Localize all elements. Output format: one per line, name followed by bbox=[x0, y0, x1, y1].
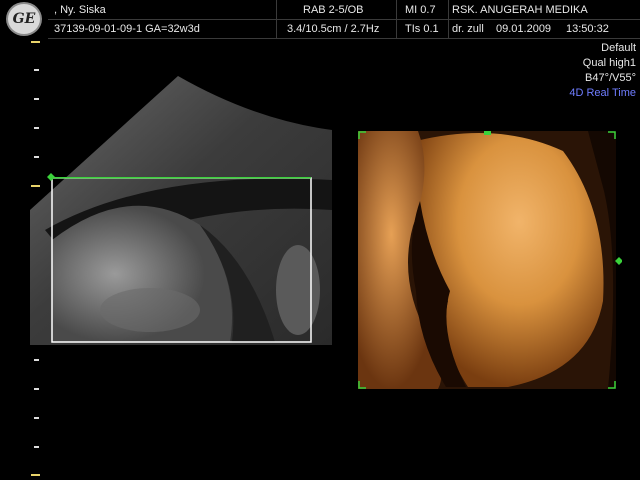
4d-render-view[interactable] bbox=[358, 128, 623, 394]
thermal-index: TIs 0.1 bbox=[405, 23, 439, 35]
render-side-handle-icon[interactable] bbox=[615, 257, 623, 265]
quality-label: Qual high1 bbox=[582, 57, 636, 69]
header-sep-1 bbox=[276, 0, 277, 38]
roi-handle-icon[interactable] bbox=[47, 173, 55, 181]
ruler-major-tick bbox=[31, 41, 40, 43]
exam-time: 13:50:32 bbox=[566, 23, 609, 35]
bmode-scan-view[interactable] bbox=[0, 60, 340, 365]
header-sep-2 bbox=[396, 0, 397, 38]
header-bottom-line bbox=[48, 38, 640, 39]
header-divider bbox=[48, 19, 640, 20]
angle-label: B47°/V55° bbox=[585, 72, 636, 84]
hospital-name: RSK. ANUGERAH MEDIKA bbox=[452, 4, 588, 16]
exam-id-ga: 37139-09-01-09-1 GA=32w3d bbox=[54, 23, 200, 35]
mechanical-index: MI 0.7 bbox=[405, 4, 436, 16]
preset-label: Default bbox=[601, 42, 636, 54]
header-sep-3 bbox=[448, 0, 449, 38]
ge-logo-icon: GE bbox=[6, 2, 42, 36]
bmode-image bbox=[30, 76, 332, 345]
roi-top-line bbox=[52, 177, 311, 179]
exam-date: 09.01.2009 bbox=[496, 23, 552, 35]
ruler-tick bbox=[34, 446, 39, 448]
patient-name: , Ny. Siska bbox=[54, 4, 106, 16]
render-top-handle-icon[interactable] bbox=[484, 128, 491, 135]
mode-label: 4D Real Time bbox=[569, 87, 636, 99]
ruler-tick bbox=[34, 417, 39, 419]
doctor-name: dr. zull bbox=[452, 23, 484, 35]
4d-render-image bbox=[358, 128, 623, 389]
depth-frequency: 3.4/10.5cm / 2.7Hz bbox=[287, 23, 380, 35]
ruler-major-tick bbox=[31, 474, 40, 476]
probe-preset: RAB 2-5/OB bbox=[303, 4, 364, 16]
ruler-tick bbox=[34, 388, 39, 390]
